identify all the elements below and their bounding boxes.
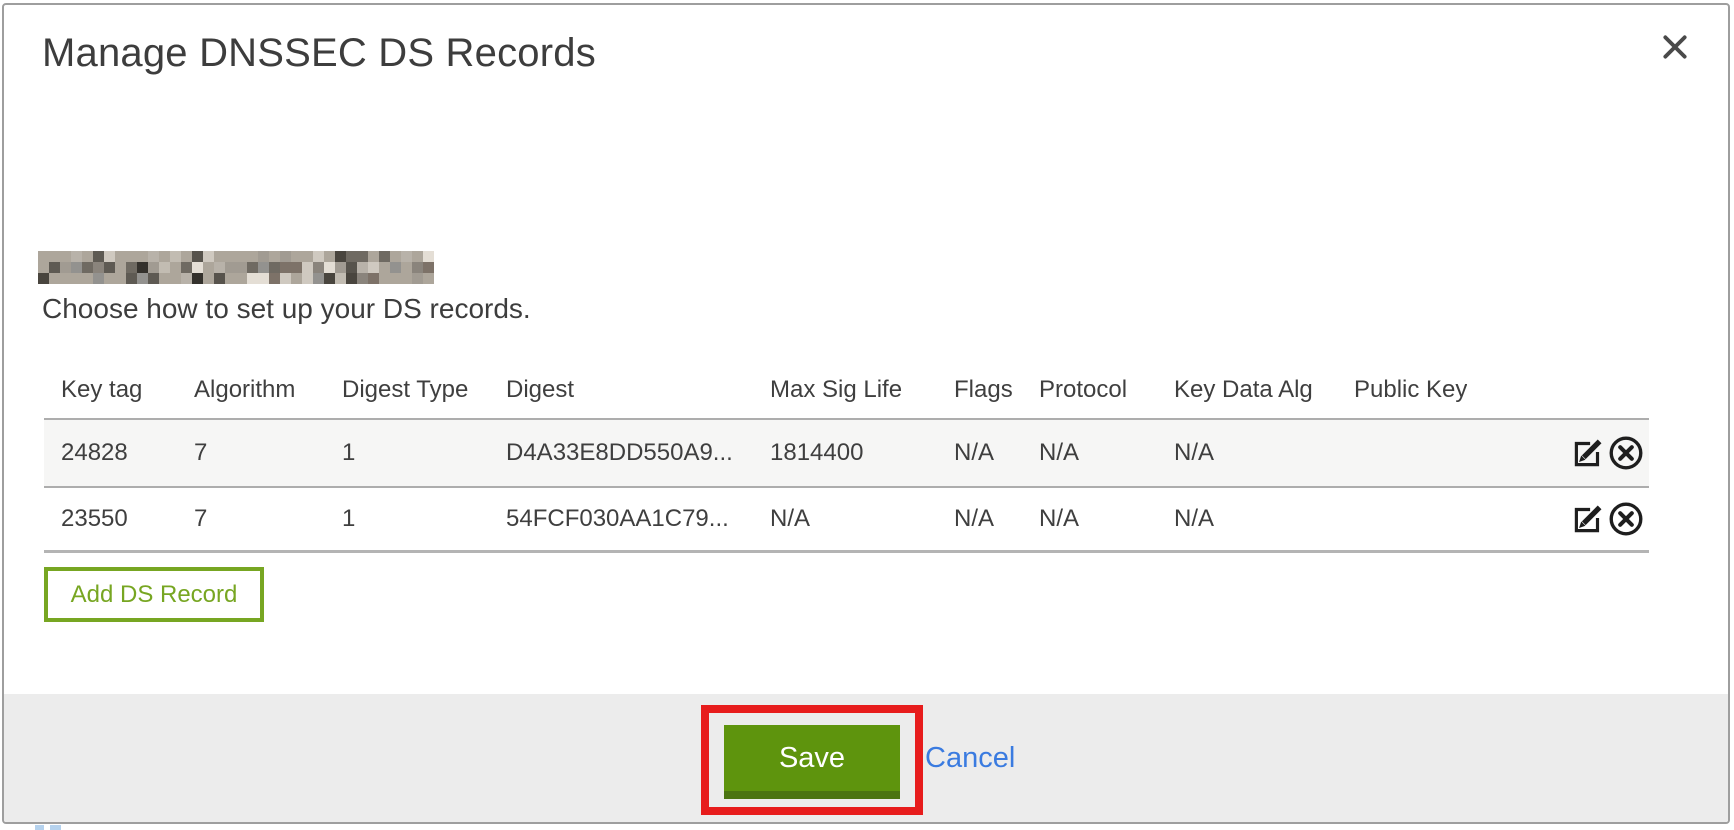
column-header-digest-type: Digest Type xyxy=(325,361,489,419)
cell-digest: D4A33E8DD550A9... xyxy=(489,419,753,487)
cell-key-tag: 24828 xyxy=(44,419,177,487)
column-header-max-sig-life: Max Sig Life xyxy=(753,361,937,419)
row-actions xyxy=(1467,487,1649,551)
cell-key-data-alg: N/A xyxy=(1157,419,1337,487)
cancel-link[interactable]: Cancel xyxy=(925,742,1015,775)
close-button[interactable] xyxy=(1658,31,1692,65)
cell-public-key xyxy=(1337,487,1467,551)
cell-key-tag: 23550 xyxy=(44,487,177,551)
edit-icon xyxy=(1569,434,1607,472)
row-actions xyxy=(1467,419,1649,487)
delete-record-button[interactable] xyxy=(1607,500,1645,538)
save-button[interactable]: Save xyxy=(724,725,900,799)
edit-record-button[interactable] xyxy=(1569,500,1607,538)
cell-algorithm: 7 xyxy=(177,487,325,551)
delete-record-button[interactable] xyxy=(1607,434,1645,472)
column-header-key-tag: Key tag xyxy=(44,361,177,419)
ds-record-row: 23550 7 1 54FCF030AA1C79... N/A N/A N/A … xyxy=(44,487,1649,551)
cell-algorithm: 7 xyxy=(177,419,325,487)
dialog-title: Manage DNSSEC DS Records xyxy=(42,31,596,76)
cell-max-sig-life: N/A xyxy=(753,487,937,551)
column-header-algorithm: Algorithm xyxy=(177,361,325,419)
cell-protocol: N/A xyxy=(1022,419,1157,487)
redacted-domain xyxy=(38,251,434,284)
ds-records-table: Key tag Algorithm Digest Type Digest Max… xyxy=(44,361,1649,553)
cell-protocol: N/A xyxy=(1022,487,1157,551)
column-header-actions xyxy=(1467,361,1649,419)
cell-digest-type: 1 xyxy=(325,419,489,487)
column-header-key-data-alg: Key Data Alg xyxy=(1157,361,1337,419)
column-header-protocol: Protocol xyxy=(1022,361,1157,419)
table-header-row: Key tag Algorithm Digest Type Digest Max… xyxy=(44,361,1649,419)
close-icon xyxy=(1660,32,1690,62)
cell-digest-type: 1 xyxy=(325,487,489,551)
delete-icon xyxy=(1607,434,1645,472)
dialog-subtitle: Choose how to set up your DS records. xyxy=(42,293,531,325)
delete-icon xyxy=(1607,500,1645,538)
cell-flags: N/A xyxy=(937,419,1022,487)
save-highlight-annotation: Save xyxy=(701,705,923,815)
cell-flags: N/A xyxy=(937,487,1022,551)
ds-record-row: 24828 7 1 D4A33E8DD550A9... 1814400 N/A … xyxy=(44,419,1649,487)
cell-public-key xyxy=(1337,419,1467,487)
dnssec-dialog: Manage DNSSEC DS Records Choose how to s… xyxy=(2,3,1730,824)
column-header-digest: Digest xyxy=(489,361,753,419)
edit-icon xyxy=(1569,500,1607,538)
add-ds-record-button[interactable]: Add DS Record xyxy=(44,567,264,622)
cell-max-sig-life: 1814400 xyxy=(753,419,937,487)
background-page-fragment xyxy=(35,825,65,830)
dialog-footer: Save Cancel xyxy=(4,694,1728,822)
column-header-flags: Flags xyxy=(937,361,1022,419)
edit-record-button[interactable] xyxy=(1569,434,1607,472)
column-header-public-key: Public Key xyxy=(1337,361,1467,419)
cell-key-data-alg: N/A xyxy=(1157,487,1337,551)
cell-digest: 54FCF030AA1C79... xyxy=(489,487,753,551)
